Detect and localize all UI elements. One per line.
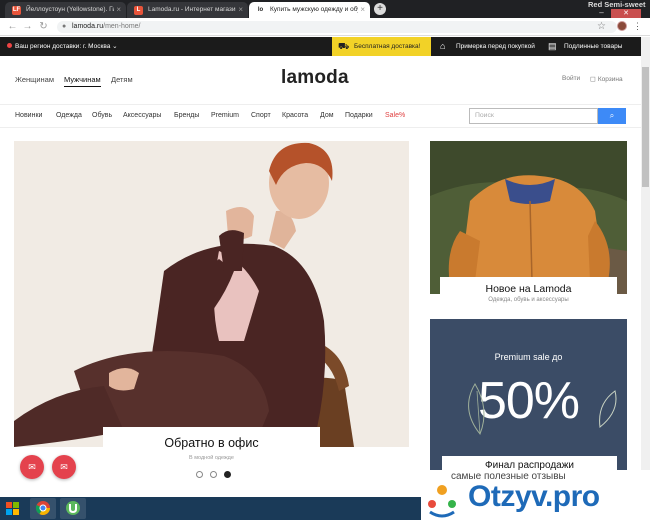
menu-dots-icon[interactable]: ⋮ bbox=[633, 20, 642, 32]
login-link[interactable]: Войти bbox=[562, 75, 580, 82]
lock-icon: ● bbox=[62, 23, 67, 30]
search-icon: ⌕ bbox=[609, 111, 615, 120]
category-item-sale[interactable]: Sale% bbox=[385, 112, 405, 119]
top-info-bar: Ваш регион доставки: г. Москва ⌄ ⛟ Беспла… bbox=[0, 37, 641, 56]
carousel-dots bbox=[194, 471, 234, 479]
page-scrollbar[interactable] bbox=[641, 37, 650, 497]
truck-icon: ⛟ bbox=[338, 41, 350, 51]
otzyv-watermark: самые полезные отзывы Otzyv.pro bbox=[421, 470, 650, 520]
new-arrivals-card[interactable] bbox=[430, 141, 627, 294]
new-arrivals-caption[interactable]: Новое на Lamoda Одежда, обувь и аксессуа… bbox=[440, 277, 617, 309]
leaf-decoration-icon bbox=[468, 383, 485, 435]
category-item[interactable]: Новинки bbox=[15, 112, 42, 119]
reload-icon[interactable]: ↻ bbox=[37, 20, 50, 33]
url-host: lamoda.ru bbox=[72, 23, 104, 30]
premium-sale-card[interactable]: Premium sale до 50% bbox=[430, 319, 627, 475]
carousel-dot[interactable] bbox=[210, 471, 217, 478]
promo-label: Примерка перед покупкой bbox=[456, 43, 535, 50]
category-item[interactable]: Бренды bbox=[174, 112, 199, 119]
lamoda-logo[interactable]: lamoda bbox=[281, 67, 349, 89]
mail-icon: ✉ bbox=[60, 462, 68, 472]
carousel-dot[interactable] bbox=[196, 471, 203, 478]
search-input[interactable]: Поиск bbox=[469, 108, 598, 124]
tab-title: Йеллоустоун (Yellowstone). Гид bbox=[26, 6, 114, 13]
chrome-icon[interactable] bbox=[30, 498, 56, 519]
utorrent-icon[interactable] bbox=[60, 498, 86, 519]
premium-sale-label: Premium sale до bbox=[494, 352, 563, 362]
certificate-icon: ▤ bbox=[548, 41, 557, 51]
forward-arrow-icon[interactable]: → bbox=[21, 20, 34, 33]
gender-tab-kids[interactable]: Детям bbox=[111, 75, 133, 84]
fitting-promo[interactable]: ⌂ Примерка перед покупкой bbox=[434, 37, 539, 56]
browser-tab[interactable]: LF Йеллоустоун (Yellowstone). Гид × bbox=[5, 2, 126, 18]
gender-tab-men[interactable]: Мужчинам bbox=[64, 75, 101, 87]
category-nav: Новинки Одежда Обувь Аксессуары Бренды P… bbox=[0, 104, 641, 128]
star-icon[interactable]: ☆ bbox=[597, 20, 606, 33]
tab-title: Купить мужскую одежду и обу bbox=[270, 6, 358, 13]
hero-subtitle: В модной одежде bbox=[189, 455, 234, 461]
close-icon[interactable]: × bbox=[116, 2, 121, 18]
avatar[interactable] bbox=[617, 21, 627, 31]
category-item[interactable]: Подарки bbox=[345, 112, 373, 119]
promo-label: Подлинные товары bbox=[564, 43, 623, 50]
gender-tab-women[interactable]: Женщинам bbox=[15, 75, 54, 84]
site-header: Женщинам Мужчинам Детям lamoda Войти ◻ Ко… bbox=[0, 56, 641, 104]
promo-label: Бесплатная доставка! bbox=[354, 43, 421, 50]
free-delivery-promo[interactable]: ⛟ Бесплатная доставка! bbox=[332, 37, 431, 56]
card-subtitle: Одежда, обувь и аксессуары bbox=[488, 297, 569, 303]
scrollbar-thumb[interactable] bbox=[642, 67, 649, 187]
hero-model-image bbox=[14, 141, 409, 447]
address-toolbar: ← → ↻ ● lamoda.ru/men-home/ ☆ bbox=[0, 18, 650, 36]
browser-tab[interactable]: L Lamoda.ru - Интернет магазин × bbox=[127, 2, 248, 18]
close-icon[interactable]: × bbox=[238, 2, 243, 18]
hero-title: Обратно в офис bbox=[164, 436, 259, 450]
browser-tab-active[interactable]: lo Купить мужскую одежду и обу × bbox=[249, 2, 370, 18]
location-dot-icon bbox=[7, 43, 12, 48]
chat-icon: ✉ bbox=[28, 462, 36, 472]
chevron-down-icon: ⌄ bbox=[112, 43, 118, 50]
jacket-image bbox=[430, 141, 627, 294]
address-bar[interactable]: ● lamoda.ru/men-home/ bbox=[57, 21, 617, 33]
bag-icon: ◻ bbox=[590, 76, 596, 83]
category-item[interactable]: Обувь bbox=[92, 112, 112, 119]
region-label: Ваш регион доставки: bbox=[15, 43, 82, 50]
category-item[interactable]: Одежда bbox=[56, 112, 82, 119]
carousel-dot-active[interactable] bbox=[224, 471, 231, 478]
hero-caption[interactable]: Обратно в офис В модной одежде bbox=[103, 427, 320, 473]
tab-favicon: lo bbox=[257, 7, 264, 13]
search-button[interactable]: ⌕ bbox=[598, 108, 626, 124]
new-tab-button[interactable]: + bbox=[374, 3, 386, 15]
category-item[interactable]: Аксессуары bbox=[123, 112, 161, 119]
cart-label: Корзина bbox=[597, 76, 623, 83]
back-arrow-icon[interactable]: ← bbox=[6, 20, 19, 33]
url-path: /men-home/ bbox=[103, 23, 141, 30]
close-icon[interactable]: × bbox=[360, 2, 365, 18]
tab-favicon: L bbox=[134, 6, 143, 15]
category-item[interactable]: Дом bbox=[320, 112, 334, 119]
minimize-icon[interactable]: – bbox=[594, 9, 609, 18]
window-close-icon[interactable]: ✕ bbox=[611, 9, 641, 18]
tab-title: Lamoda.ru - Интернет магазин bbox=[148, 6, 236, 13]
feedback-button[interactable]: ✉ bbox=[52, 455, 76, 479]
watermark-logo: Otzyv.pro bbox=[468, 480, 600, 513]
tab-favicon: LF bbox=[12, 6, 21, 15]
hero-banner[interactable] bbox=[14, 141, 409, 447]
authentic-promo[interactable]: ▤ Подлинные товары bbox=[542, 37, 638, 56]
windows-start-icon[interactable] bbox=[2, 498, 24, 519]
category-item[interactable]: Красота bbox=[282, 112, 308, 119]
chat-button[interactable]: ✉ bbox=[20, 455, 44, 479]
region-city[interactable]: г. Москва bbox=[83, 43, 110, 50]
hanger-icon: ⌂ bbox=[440, 41, 446, 51]
browser-tab-strip: LF Йеллоустоун (Yellowstone). Гид × L La… bbox=[0, 0, 650, 18]
cart-link[interactable]: ◻ Корзина bbox=[590, 75, 623, 83]
category-item[interactable]: Спорт bbox=[251, 112, 271, 119]
leaf-decoration-icon bbox=[599, 390, 617, 428]
category-item[interactable]: Premium bbox=[211, 112, 239, 119]
card-title: Новое на Lamoda bbox=[485, 283, 572, 295]
delivery-region[interactable]: Ваш регион доставки: г. Москва ⌄ bbox=[7, 37, 118, 56]
otzyv-logo-icon bbox=[428, 485, 456, 518]
